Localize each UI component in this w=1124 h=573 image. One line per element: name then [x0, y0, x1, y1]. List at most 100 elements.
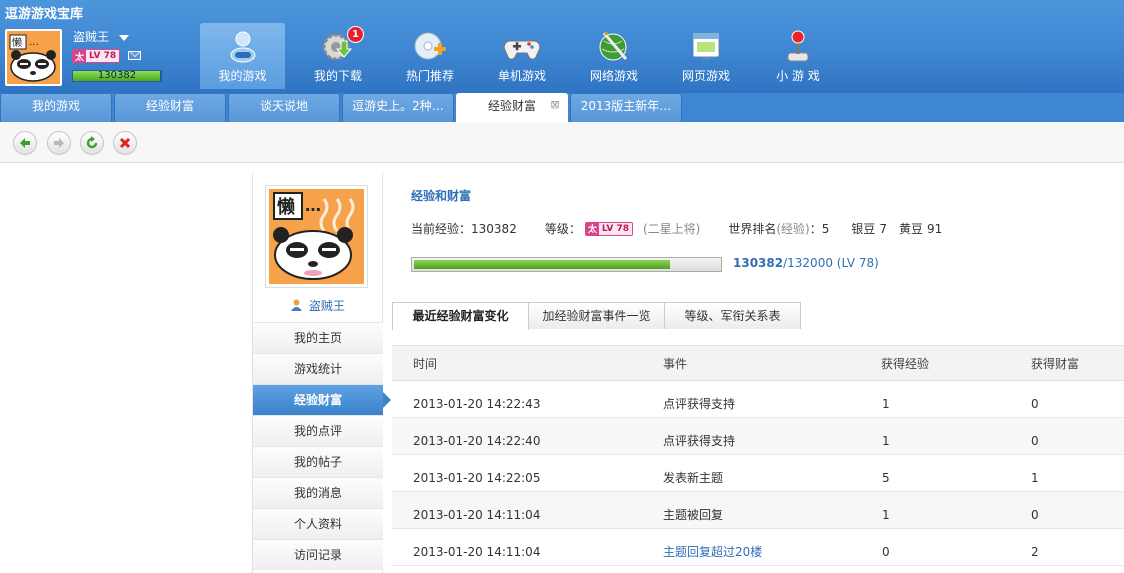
tab-strip: 我的游戏 经验财富 谈天说地 逗游史上。2种… 经验财富 ⊠ 2013版主新年… [0, 93, 1124, 122]
sidebar-item-reviews[interactable]: 我的点评 [253, 415, 383, 446]
tab-history[interactable]: 逗游史上。2种… [342, 93, 454, 122]
chevron-down-icon [119, 34, 130, 41]
row-event: 主题被回复 [663, 508, 724, 522]
row-time: 2013-01-20 14:11:04 [413, 545, 541, 559]
nav-web-games[interactable]: 网页游戏 [660, 23, 752, 89]
svg-text:…: … [29, 37, 39, 48]
tab-exp-wealth[interactable]: 经验财富 [114, 93, 226, 122]
table-row: 2013-01-20 14:11:04 主题被回复 1 0 [392, 492, 1124, 529]
nav-label: 热门推荐 [405, 69, 454, 83]
row-time: 2013-01-20 14:22:40 [413, 434, 541, 448]
profile-sidebar: 懒 … 盗贼王 我的主页 游戏统计 经验财富 我的点评 我的帖子 我的消息 个人… [252, 173, 391, 573]
back-button[interactable] [13, 131, 37, 155]
gamepad-icon [504, 29, 540, 63]
rank-sub: (经验) [776, 222, 810, 236]
sidebar-item-posts[interactable]: 我的帖子 [253, 446, 383, 477]
back-arrow-icon [20, 138, 30, 148]
nav-label: 小 游 戏 [776, 69, 820, 83]
nav-online-games[interactable]: 网络游戏 [568, 23, 660, 89]
tab-recent-changes[interactable]: 最近经验财富变化 [392, 302, 529, 330]
silver-label: 银豆 [851, 222, 876, 236]
row-wealth: 0 [1031, 397, 1039, 411]
profile-name-link[interactable]: 盗贼王 [253, 297, 383, 314]
user-name-dropdown[interactable]: 盗贼王 [73, 28, 130, 45]
sidebar-item-profile[interactable]: 个人资料 [253, 508, 383, 539]
tab-exp-wealth-active[interactable]: 经验财富 ⊠ [456, 93, 568, 122]
current-exp-value: 130382 [471, 221, 517, 236]
nav-mini-games[interactable]: 小 游 戏 [752, 23, 844, 89]
col-event: 事件 [663, 356, 688, 371]
sidebar-item-visit-log[interactable]: 访问记录 [253, 539, 383, 570]
nav-label: 我的下载 [313, 69, 362, 83]
joystick-icon [780, 29, 816, 63]
table-row: 2013-01-20 14:22:40 点评获得支持 1 0 [392, 418, 1124, 455]
close-icon[interactable]: ⊠ [549, 99, 561, 111]
rank-value: ：5 [809, 222, 830, 236]
exp-progress-bar [411, 257, 722, 272]
sidebar-item-exp-wealth[interactable]: 经验财富 [253, 384, 391, 415]
profile-menu: 我的主页 游戏统计 经验财富 我的点评 我的帖子 我的消息 个人资料 访问记录 [253, 322, 391, 570]
globe-sword-icon [596, 29, 632, 63]
svg-text:懒: 懒 [12, 36, 22, 49]
tab-chat[interactable]: 谈天说地 [228, 93, 340, 122]
nav-my-downloads[interactable]: 1 我的下载 [292, 23, 384, 89]
user-name: 盗贼王 [73, 30, 110, 44]
row-wealth: 2 [1031, 545, 1039, 559]
nav-hot-recommend[interactable]: 热门推荐 [384, 23, 476, 89]
nav-label: 单机游戏 [497, 69, 546, 83]
mail-icon[interactable] [128, 51, 141, 60]
exp-wealth-panel: 经验和财富 当前经验： 130382 等级： 太 LV 78 (二星上将) 世界… [392, 173, 1124, 573]
level-badge: 太 LV 78 [72, 49, 121, 63]
download-count-badge: 1 [347, 26, 364, 43]
tab-rank-table[interactable]: 等级、军衔关系表 [665, 302, 801, 329]
row-event: 点评获得支持 [663, 397, 736, 411]
header-avatar[interactable]: 懒 … [5, 29, 62, 86]
silver-value: 7 [879, 221, 888, 236]
rank-label: 世界排名 [728, 222, 777, 236]
tab-new-year[interactable]: 2013版主新年… [570, 93, 682, 122]
svg-text:…: … [305, 196, 321, 215]
row-exp: 0 [882, 545, 890, 559]
gold-value: 91 [927, 221, 943, 236]
subtab-bar: 最近经验财富变化 加经验财富事件一览 等级、军衔关系表 [392, 302, 801, 330]
header-exp-bar: 130382 [72, 70, 162, 82]
stop-button[interactable] [113, 131, 137, 155]
level-seal-icon: 太 [585, 222, 599, 235]
nav-my-games[interactable]: 我的游戏 [200, 23, 285, 89]
row-exp: 1 [882, 397, 890, 411]
main-nav: 我的游戏 1 我的下载 热门推荐 单机游戏 网络游戏 网页游戏 小 游 戏 [200, 23, 844, 89]
panda-avatar-icon: 懒 … [7, 31, 60, 84]
exp-progress-text: 130382/132000 (LV 78) [733, 256, 879, 270]
level-badge-text: LV 78 [601, 223, 629, 234]
progress-current: 130382 [733, 256, 784, 270]
row-exp: 1 [882, 508, 890, 522]
row-wealth: 0 [1031, 508, 1039, 522]
forward-button[interactable] [47, 131, 71, 155]
sidebar-item-home[interactable]: 我的主页 [253, 322, 383, 353]
refresh-button[interactable] [80, 131, 104, 155]
row-exp: 1 [882, 434, 890, 448]
sidebar-item-messages[interactable]: 我的消息 [253, 477, 383, 508]
nav-label: 网络游戏 [589, 69, 638, 83]
nav-label: 网页游戏 [681, 69, 730, 83]
current-exp-label: 当前经验： [411, 222, 472, 236]
nav-label: 我的游戏 [218, 69, 267, 83]
col-exp: 获得经验 [881, 356, 930, 371]
forward-arrow-icon [54, 138, 64, 148]
table-header: 时间 事件 获得经验 获得财富 [392, 345, 1124, 381]
browser-window-icon [688, 29, 724, 63]
exp-history-table: 时间 事件 获得经验 获得财富 2013-01-20 14:22:43 点评获得… [392, 345, 1124, 566]
nav-single-games[interactable]: 单机游戏 [476, 23, 568, 89]
profile-avatar[interactable]: 懒 … [265, 185, 368, 288]
app-header: 逗游游戏宝库 懒 … 盗贼王 太 LV 78 130382 我的游戏 1 我的下… [0, 0, 1124, 93]
stats-row: 当前经验： 130382 等级： 太 LV 78 (二星上将) 世界排名 (经验… [411, 220, 942, 237]
tab-my-games[interactable]: 我的游戏 [0, 93, 112, 122]
level-seal-icon: 太 [73, 50, 86, 62]
level-badge: 太 LV 78 [584, 221, 633, 236]
sidebar-item-game-stats[interactable]: 游戏统计 [253, 353, 383, 384]
row-time: 2013-01-20 14:11:04 [413, 508, 541, 522]
gold-label: 黄豆 [899, 222, 924, 236]
tab-event-list[interactable]: 加经验财富事件一览 [529, 302, 665, 329]
row-event-link[interactable]: 主题回复超过20楼 [663, 543, 762, 560]
table-row: 2013-01-20 14:22:43 点评获得支持 1 0 [392, 381, 1124, 418]
